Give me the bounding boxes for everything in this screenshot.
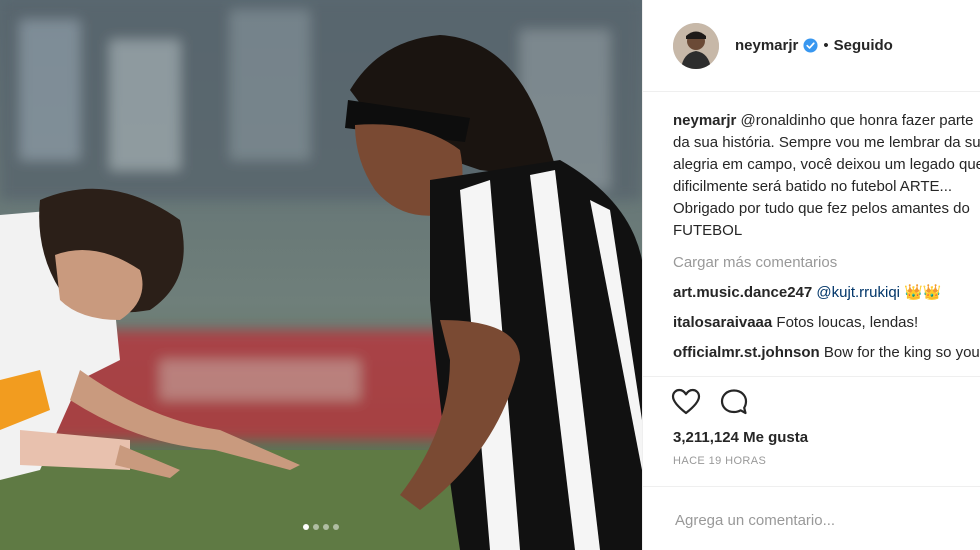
separator-dot: • [823, 37, 829, 54]
comment-text: Bow for the king so you can become one😁😁… [823, 344, 980, 361]
carousel-dot[interactable] [303, 524, 309, 530]
action-bar [643, 377, 980, 427]
verified-badge-icon [803, 38, 818, 53]
comment-emoji: 👑👑 [904, 284, 942, 301]
following-button[interactable]: Seguido [834, 37, 893, 54]
avatar[interactable] [673, 22, 719, 69]
add-comment-input[interactable] [673, 511, 967, 530]
comment-icon[interactable] [719, 388, 749, 416]
load-more-comments-button[interactable]: Cargar más comentarios [673, 252, 980, 274]
caption-text: @ronaldinho que honra fazer parte da sua… [673, 112, 980, 239]
comment-username[interactable]: officialmr.st.johnson [673, 344, 820, 361]
comment-username[interactable]: art.music.dance247 [673, 284, 812, 301]
comment-username[interactable]: italosaraivaaa [673, 314, 772, 331]
username-link[interactable]: neymarjr [735, 37, 798, 54]
carousel-dot[interactable] [333, 524, 339, 530]
caption-username[interactable]: neymarjr [673, 112, 736, 129]
post-side-panel: neymarjr • Seguido neymarjr @ronaldinho … [642, 0, 980, 550]
comment-mention[interactable]: @kujt.rrukiqi [816, 284, 900, 301]
comment-item: art.music.dance247 @kujt.rrukiqi 👑👑 [673, 282, 980, 304]
football-photo-image [0, 0, 642, 550]
instagram-post: neymarjr • Seguido neymarjr @ronaldinho … [0, 0, 980, 550]
heart-icon[interactable] [671, 388, 701, 416]
carousel-dot[interactable] [323, 524, 329, 530]
post-timestamp[interactable]: HACE 19 HORAS [643, 455, 980, 471]
comment-item: italosaraivaaa Fotos loucas, lendas! [673, 312, 980, 334]
likes-count[interactable]: 3,211,124 Me gusta [643, 427, 980, 449]
post-header: neymarjr • Seguido [643, 0, 980, 92]
post-caption: neymarjr @ronaldinho que honra fazer par… [673, 110, 980, 242]
carousel-indicator [0, 524, 642, 530]
comments-section: neymarjr @ronaldinho que honra fazer par… [643, 92, 980, 377]
comment-item: officialmr.st.johnson Bow for the king s… [673, 342, 980, 364]
comment-text: Fotos loucas, lendas! [776, 314, 919, 331]
post-photo[interactable] [0, 0, 642, 550]
add-comment-bar [643, 486, 980, 550]
carousel-dot[interactable] [313, 524, 319, 530]
